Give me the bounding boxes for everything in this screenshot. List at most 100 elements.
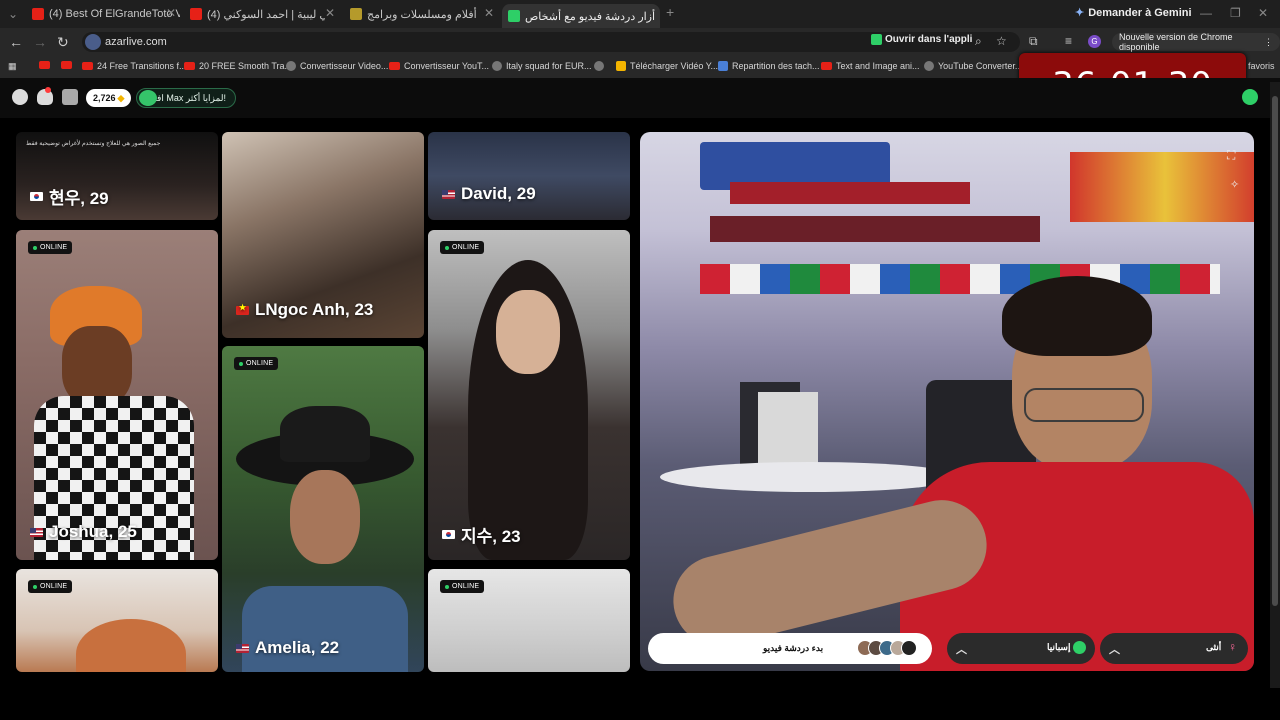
notification-dot — [45, 87, 51, 93]
docs-icon — [718, 61, 728, 71]
tab-title: (4) Best Of ElGrandeToto V1 - Y — [49, 8, 180, 20]
effects-wand-icon[interactable]: ✧ — [1230, 178, 1239, 191]
bookmark-item[interactable]: 20 FREE Smooth Tra... — [184, 61, 292, 71]
bookmark-label: Convertisseur Video... — [300, 61, 389, 71]
profile-card[interactable]: جميع الصور هي للعلاج وتستخدم لأغراض توضي… — [16, 132, 218, 220]
bookmark-item[interactable]: Italy squad for EUR... — [492, 61, 592, 71]
region-filter-button[interactable]: ︿ إسبانيا — [947, 633, 1095, 664]
chevron-up-icon: ︿ — [1109, 644, 1120, 656]
favoris-label: favoris — [1248, 61, 1275, 71]
person-hair — [1002, 276, 1152, 356]
tab-youtube-libyan-songs[interactable]: (4) اغاني ليبية | احمد السوكني — [190, 4, 325, 24]
minimize-icon[interactable]: — — [1200, 6, 1212, 20]
black-hat-crown — [280, 406, 370, 462]
profile-name: Joshua, 25 — [30, 522, 137, 542]
bookmark-label: Repartition des tach... — [732, 61, 820, 71]
usa-flag-icon — [236, 643, 249, 653]
all-bookmarks-folder[interactable]: favoris — [1248, 61, 1275, 71]
bookmark-item[interactable]: Repartition des tach... — [718, 61, 820, 71]
open-in-app-button[interactable]: Ouvrir dans l'appli — [871, 34, 972, 45]
profile-card[interactable]: ONLINE 지수, 23 — [428, 230, 630, 560]
tab-azar-active[interactable]: أزار دردشة فيديو مع أشخاص ✕ — [502, 4, 660, 28]
forward-icon[interactable]: → — [33, 34, 47, 50]
site-info-icon[interactable] — [85, 34, 101, 50]
gemini-sparkle-icon: ✦ — [1075, 7, 1085, 19]
profile-card[interactable]: ONLINE — [428, 569, 630, 672]
chrome-update-button[interactable]: Nouvelle version de Chrome disponible ⋮ — [1112, 32, 1280, 52]
azar-icon — [508, 10, 520, 22]
profile-name-text: Joshua, 25 — [49, 522, 137, 541]
profile-card[interactable]: ONLINE Amelia, 22 — [222, 346, 424, 672]
youtube-icon — [82, 62, 93, 70]
coin-balance[interactable]: 2,726 ◆ — [86, 89, 132, 107]
desk — [660, 462, 960, 492]
profile-card[interactable]: LNgoc Anh, 23 — [222, 132, 424, 338]
gender-filter-button[interactable]: ︿ أنثى ♀ — [1100, 633, 1248, 664]
inbox-icon[interactable] — [62, 89, 78, 105]
hair — [76, 619, 186, 672]
tab-movies-site[interactable]: مشاهدة أفلام ومسلسلات وبرامج — [350, 4, 478, 24]
zoom-icon[interactable]: ⌕ — [975, 34, 982, 49]
tab-search-chevron-icon[interactable]: ⌄ — [8, 7, 18, 21]
gemini-button[interactable]: ✦ Demander à Gemini — [1075, 6, 1192, 20]
female-symbol-icon: ♀ — [1228, 640, 1237, 654]
usa-flag-icon — [30, 527, 43, 537]
avatar-stack — [857, 640, 917, 656]
online-badge: ONLINE — [28, 241, 73, 254]
close-tab-icon[interactable]: ✕ — [166, 6, 176, 20]
bookmark-item[interactable]: Text and Image ani... — [821, 61, 920, 71]
profile-card[interactable]: ONLINE — [16, 569, 218, 672]
bookmark-star-icon[interactable]: ☆ — [996, 34, 1007, 48]
online-badge: ONLINE — [440, 241, 485, 254]
online-badge: ONLINE — [234, 357, 279, 370]
extensions-icon[interactable]: ⧉ — [1029, 34, 1038, 49]
tab-title: (4) اغاني ليبية | احمد السوكني — [207, 8, 325, 21]
close-tab-icon[interactable]: ✕ — [484, 6, 494, 20]
add-friend-icon[interactable] — [12, 89, 28, 105]
korea-flag-icon — [30, 192, 43, 201]
profile-avatar[interactable]: G — [1088, 35, 1101, 48]
reload-icon[interactable]: ↻ — [57, 34, 69, 51]
media-controls-icon[interactable]: ≡ — [1065, 34, 1072, 48]
region-label: إسبانيا — [1047, 642, 1071, 652]
scarf-banner — [710, 216, 1040, 242]
new-tab-icon[interactable]: + — [666, 4, 674, 20]
bookmark-item[interactable]: Télécharger Vidéo Y... — [616, 61, 718, 71]
avatar — [901, 640, 917, 656]
vietnam-flag-icon — [236, 303, 249, 315]
close-tab-icon[interactable]: ✕ — [325, 6, 335, 20]
flag-strip — [700, 264, 1220, 294]
bookmark-item[interactable]: 24 Free Transitions f... — [82, 61, 187, 71]
apps-grid-icon[interactable]: ▦ — [8, 61, 17, 72]
profile-name-text: David, 29 — [461, 184, 536, 203]
premium-badge-icon[interactable] — [1242, 89, 1258, 105]
globe-icon — [286, 61, 296, 71]
bookmark-item[interactable]: YouTube Converter... — [924, 61, 1022, 71]
bookmark-label: 24 Free Transitions f... — [97, 61, 187, 71]
bookmark-item[interactable]: Convertisseur YouT... — [389, 61, 489, 71]
bookmark-globe-icon[interactable] — [594, 61, 604, 71]
close-window-icon[interactable]: ✕ — [1258, 6, 1268, 20]
more-menu-icon[interactable]: ⋮ — [1264, 37, 1273, 48]
scrollbar-thumb[interactable] — [1272, 96, 1278, 606]
clover-icon — [139, 90, 157, 106]
tab-youtube-elgrandetoto[interactable]: (4) Best Of ElGrandeToto V1 - Y — [32, 4, 180, 24]
fullscreen-icon[interactable]: ⛶ — [1227, 148, 1235, 163]
page-bottom — [0, 688, 1280, 720]
online-badge: ONLINE — [440, 580, 485, 593]
bookmark-label: Italy squad for EUR... — [506, 61, 592, 71]
bookmark-item[interactable]: Convertisseur Video... — [286, 61, 388, 71]
profile-name-text: 지수, 23 — [461, 527, 521, 546]
maximize-icon[interactable]: ❐ — [1230, 6, 1241, 20]
tab-title: مشاهدة أفلام ومسلسلات وبرامج — [367, 8, 478, 21]
page-scrollbar[interactable] — [1270, 82, 1280, 688]
profile-card[interactable]: ONLINE Joshua, 25 — [16, 230, 218, 560]
face — [62, 326, 132, 406]
glasses — [1024, 388, 1144, 422]
bookmark-youtube-icon[interactable] — [39, 61, 50, 69]
back-icon[interactable]: ← — [9, 34, 23, 50]
youtube-icon — [389, 62, 400, 70]
profile-card[interactable]: David, 29 — [428, 132, 630, 220]
bookmark-youtube-icon[interactable] — [61, 61, 72, 69]
max-upgrade-button[interactable]: افتح Max لمزايا أكثر! — [136, 88, 236, 108]
